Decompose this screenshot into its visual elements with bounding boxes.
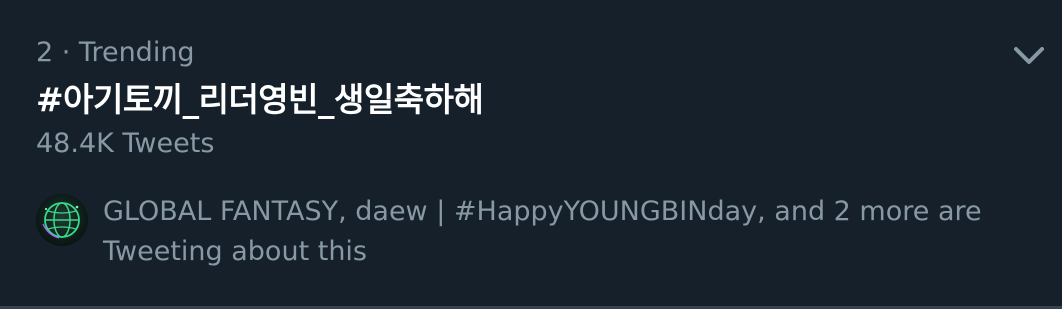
- globe-icon: [36, 194, 88, 246]
- social-context: GLOBAL FANTASY, daew | #HappyYOUNGBINday…: [103, 196, 982, 267]
- trend-item[interactable]: 2 · Trending #아기토끼_리더영빈_생일축하해 48.4K Twee…: [0, 0, 1062, 307]
- avatar: [36, 194, 88, 246]
- tweet-count: 48.4K Tweets: [36, 128, 215, 159]
- chevron-down-icon[interactable]: [1010, 40, 1048, 70]
- trend-hashtag[interactable]: #아기토끼_리더영빈_생일축하해: [36, 78, 484, 122]
- trend-rank-label: 2 · Trending: [36, 37, 195, 68]
